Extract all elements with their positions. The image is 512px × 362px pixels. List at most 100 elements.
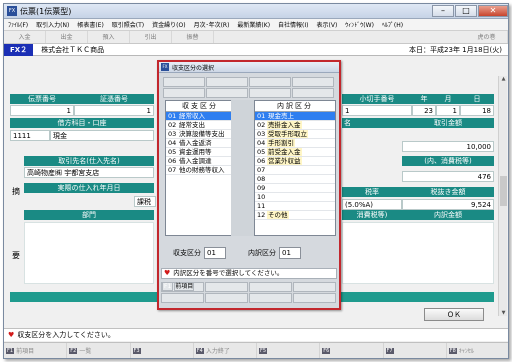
shoko-no-value[interactable]: 1 [74, 105, 154, 116]
shushi-item[interactable]: 04 借入金返済 [166, 139, 234, 148]
date-month[interactable]: 1 [436, 105, 460, 116]
uchiwake-item[interactable]: 01 現金売上 [255, 112, 335, 121]
uchiwake-item[interactable]: 08 [255, 175, 335, 184]
header-torihiki: 取引先名(仕入先名) [24, 156, 154, 166]
menu-help[interactable]: ﾍﾙﾌﾟ(H) [378, 20, 407, 29]
bumon-area[interactable] [24, 222, 154, 284]
app-icon: FX [7, 6, 17, 16]
dialog-key-7[interactable] [249, 293, 292, 303]
tool-azukeire[interactable]: 預入 [88, 31, 130, 43]
dialog-tool-7[interactable] [249, 88, 291, 98]
amount-value[interactable]: 10,000 [402, 141, 494, 152]
scroll-up-icon[interactable]: ▲ [499, 76, 508, 82]
shushi-item[interactable]: 02 経常支出 [166, 121, 234, 130]
dialog-title-bar: FX 収支区分の選択 [159, 62, 339, 73]
torihiki-name[interactable]: 高崎物産㈱ 宇都宮支店 [24, 167, 154, 178]
dialog-tool-2[interactable] [206, 77, 248, 87]
tool-hikidashi[interactable]: 引出 [130, 31, 172, 43]
dialog-key-3[interactable] [249, 282, 292, 292]
uchiwake-item[interactable]: 10 [255, 193, 335, 202]
uchiwake-item[interactable]: 09 [255, 184, 335, 193]
dialog-tool-4[interactable] [292, 77, 334, 87]
heart-icon: ♥ [164, 269, 171, 277]
scroll-down-icon[interactable]: ▼ [499, 310, 508, 316]
menu-window[interactable]: ｳｨﾝﾄﾞｳ(W) [341, 20, 378, 29]
uchiwake-item[interactable]: 07 [255, 166, 335, 175]
shushi-kubun-dialog: FX 収支区分の選択 収支区分 01 経常収入 02 経常支出 03 決算設備等支出 … [157, 60, 341, 310]
date-day[interactable]: 18 [460, 105, 494, 116]
dialog-key-8[interactable] [293, 293, 336, 303]
uchiwake-item[interactable]: 03 受取手形取立 [255, 130, 335, 139]
uchiwake-item[interactable]: 11 [255, 202, 335, 211]
shushi-item[interactable]: 06 借入金調達 [166, 157, 234, 166]
kamoku-code[interactable]: 1111 [10, 130, 50, 141]
tool-shukkin[interactable]: 出金 [46, 31, 88, 43]
dialog-key-6[interactable] [205, 293, 248, 303]
fkey-f4[interactable]: F4 入力終了 [194, 343, 257, 358]
menu-chohyo[interactable]: 帳表書(E) [73, 20, 107, 29]
header-day: 日 [460, 94, 494, 104]
uchiwake-item[interactable]: 12 その他 [255, 211, 335, 220]
zeiritsu-value: (5.0%A) [342, 199, 402, 210]
dialog-tool-1[interactable] [163, 77, 205, 87]
denpyo-no-value[interactable]: 1 [10, 105, 74, 116]
menu-gyoseki[interactable]: 最新業績(K) [233, 20, 274, 29]
tool-toranomaki[interactable]: 虎の巻 [466, 31, 508, 43]
maximize-button[interactable]: □ [455, 5, 477, 17]
fkey-f8[interactable]: F8 ｷｬﾝｾﾙ [447, 343, 508, 358]
menu-shokai[interactable]: 取引照会(T) [108, 20, 148, 29]
shushi-kubun-input[interactable]: 01 [204, 247, 226, 259]
shushi-item[interactable]: 05 資金運用等 [166, 148, 234, 157]
header-zeinuki: 税抜き金額 [402, 187, 494, 197]
fkey-f1[interactable]: F1 前項目 [4, 343, 68, 358]
shushi-list[interactable]: 収支区分 01 経常収入 02 経常支出 03 決算設備等支出 04 借入金返済 05 資… [165, 100, 235, 236]
uchiwake-item[interactable]: 02 売掛金入金 [255, 121, 335, 130]
dialog-key-5[interactable] [161, 293, 204, 303]
close-button[interactable]: ✕ [478, 5, 508, 17]
uchiwake-item[interactable]: 04 手形割引 [255, 139, 335, 148]
menu-view[interactable]: 表示(V) [313, 20, 342, 29]
shushi-item[interactable]: 03 決算設備等支出 [166, 130, 234, 139]
vertical-scrollbar[interactable]: ▲ ▼ [498, 76, 507, 316]
menu-file[interactable]: ﾌｧｲﾙ(F) [4, 20, 32, 29]
header-year: 年 [412, 94, 436, 104]
dialog-tool-3[interactable] [249, 77, 291, 87]
shushi-item[interactable]: 01 経常収入 [166, 112, 234, 121]
dialog-key-2[interactable] [205, 282, 248, 292]
dialog-key-4[interactable] [293, 282, 336, 292]
uchiwake-list[interactable]: 内訳区分 01 現金売上 02 売掛金入金 03 受取手形取立 04 手形割引 05 前受… [254, 100, 336, 236]
header-denpyo-no: 伝票番号 [10, 94, 74, 104]
uchiwake-list-header: 内訳区分 [255, 101, 335, 112]
kubun-inputs: 収支区分 01 内訳区分 01 [163, 245, 335, 261]
uchiwake-kubun-input[interactable]: 01 [279, 247, 301, 259]
scroll-thumb[interactable] [500, 176, 507, 206]
fkey-f3[interactable]: F3 [131, 343, 194, 358]
menu-getsuji[interactable]: 月次･年次(R) [190, 20, 234, 29]
fkey-f2[interactable]: F2 一覧 [67, 343, 131, 358]
menu-torihiki[interactable]: 取引入力(N) [32, 20, 73, 29]
uchiwake-area[interactable] [342, 222, 494, 284]
fkey-f7[interactable]: F7 [384, 343, 447, 358]
dialog-tool-5[interactable] [163, 88, 205, 98]
ok-button[interactable]: ＯＫ [424, 308, 484, 321]
window-title: 伝票(1伝票型) [20, 6, 72, 16]
menu-shikin[interactable]: 資金繰り(O) [148, 20, 189, 29]
menu-jisha[interactable]: 自社情報(I) [274, 20, 312, 29]
fkey-f6[interactable]: F6 [320, 343, 384, 358]
uchiwake-item[interactable]: 06 営業外収益 [255, 157, 335, 166]
uchiwake-item[interactable]: 05 前受金入金 [255, 148, 335, 157]
dialog-message: ♥ 内訳区分を番号で選択してください。 [161, 268, 337, 279]
dialog-prev-button[interactable]: F1 前項目 [161, 282, 204, 292]
dialog-tool-8[interactable] [292, 88, 334, 98]
kogitte-no-value[interactable]: 1 [342, 105, 412, 116]
shushi-item[interactable]: 07 他の財務等収入 [166, 166, 234, 175]
tekiyo-side-label: 摘 [12, 187, 20, 196]
minimize-button[interactable]: – [432, 5, 454, 17]
dialog-tool-6[interactable] [206, 88, 248, 98]
tool-nyukin[interactable]: 入金 [4, 31, 46, 43]
uchiwake-kubun-label: 内訳区分 [248, 249, 276, 257]
fkey-f5[interactable]: F5 [257, 343, 321, 358]
date-year[interactable]: 23 [412, 105, 436, 116]
tool-furikae[interactable]: 振替 [172, 31, 214, 43]
status-message: 収支区分を入力してください。 [17, 331, 115, 339]
